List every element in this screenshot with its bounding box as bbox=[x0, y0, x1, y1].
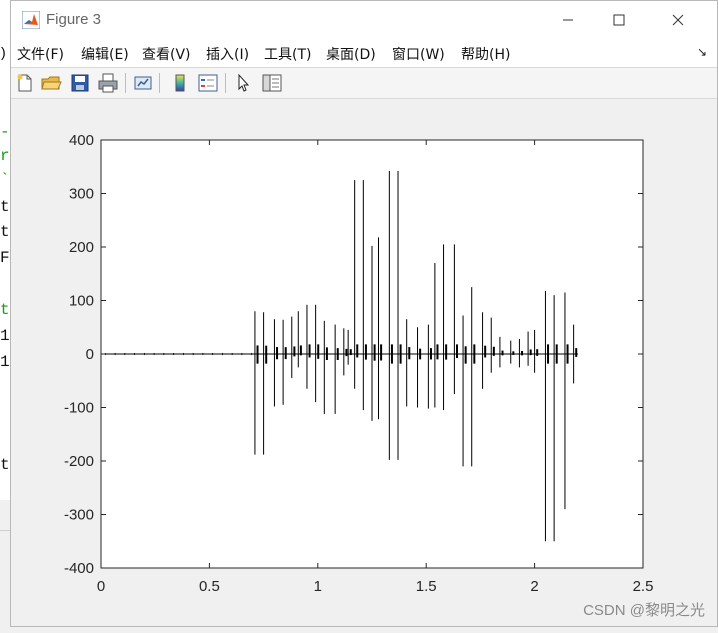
clipped-text: ) bbox=[1, 44, 6, 60]
editor-line: ` bbox=[0, 172, 10, 188]
y-tick-label: -100 bbox=[64, 400, 94, 417]
matlab-logo-icon bbox=[22, 11, 40, 29]
x-tick-label: 2.5 bbox=[633, 578, 654, 595]
y-tick-label: 200 bbox=[69, 239, 94, 256]
title-bar[interactable]: Figure 3 bbox=[11, 1, 717, 39]
editor-line: t bbox=[0, 224, 10, 240]
x-tick-label: 0.5 bbox=[199, 578, 220, 595]
editor-line: t bbox=[0, 199, 10, 215]
y-tick-label: 100 bbox=[69, 293, 94, 310]
toolbar-separator bbox=[159, 73, 160, 93]
menu-file[interactable]: 文件(F) bbox=[17, 44, 64, 64]
menu-window[interactable]: 窗口(W) bbox=[392, 44, 445, 64]
legend-icon[interactable] bbox=[197, 72, 219, 94]
y-tick-label: -400 bbox=[64, 560, 94, 577]
menu-desktop[interactable]: 桌面(D) bbox=[326, 44, 376, 64]
plot-svg[interactable]: 0 0.5 1 1.5 2 2.5 400 300 200 100 0 -100 -200 -300 -40… bbox=[11, 99, 717, 626]
toolbar-separator bbox=[125, 73, 126, 93]
editor-line: 1 bbox=[0, 354, 10, 370]
new-figure-icon[interactable] bbox=[14, 72, 36, 94]
edit-plot-arrow-icon[interactable] bbox=[233, 72, 255, 94]
link-plot-icon[interactable] bbox=[132, 72, 154, 94]
editor-line: - bbox=[0, 124, 10, 140]
maximize-icon bbox=[613, 14, 625, 26]
y-tick-label: -200 bbox=[64, 453, 94, 470]
minimize-icon bbox=[562, 14, 574, 26]
watermark: CSDN @黎明之光 bbox=[583, 599, 705, 620]
menu-tools[interactable]: 工具(T) bbox=[264, 44, 311, 64]
figure-window: Figure 3 ) 文件(F) 编辑(E) 查看(V) 插入(I) 工具(T)… bbox=[10, 0, 718, 627]
close-icon bbox=[672, 14, 684, 26]
toolbar bbox=[11, 67, 717, 99]
menu-insert[interactable]: 插入(I) bbox=[206, 44, 249, 64]
open-file-icon[interactable] bbox=[40, 72, 62, 94]
y-tick-label: 400 bbox=[69, 132, 94, 149]
editor-line: t bbox=[0, 302, 10, 318]
figure-canvas[interactable]: 0 0.5 1 1.5 2 2.5 400 300 200 100 0 -100 -200 -300 -40… bbox=[11, 99, 717, 626]
colorbar-icon[interactable] bbox=[169, 72, 191, 94]
x-tick-label: 1 bbox=[314, 578, 322, 595]
editor-line: t bbox=[0, 457, 10, 473]
x-tick-label: 2 bbox=[530, 578, 538, 595]
toolbar-separator bbox=[225, 73, 226, 93]
y-tick-label: 0 bbox=[86, 346, 94, 363]
maximize-button[interactable] bbox=[596, 5, 642, 35]
x-tick-label: 0 bbox=[97, 578, 105, 595]
window-title: Figure 3 bbox=[46, 11, 101, 28]
x-tick-label: 1.5 bbox=[416, 578, 437, 595]
save-icon[interactable] bbox=[69, 72, 91, 94]
y-tick-label: 300 bbox=[69, 186, 94, 203]
print-icon[interactable] bbox=[97, 72, 119, 94]
menu-view[interactable]: 查看(V) bbox=[142, 44, 191, 64]
menu-help[interactable]: 帮助(H) bbox=[461, 44, 510, 64]
property-inspector-icon[interactable] bbox=[261, 72, 283, 94]
editor-line: 1 bbox=[0, 328, 10, 344]
minimize-button[interactable] bbox=[545, 5, 591, 35]
dock-arrow-icon[interactable]: ↘ bbox=[697, 45, 707, 59]
menu-edit[interactable]: 编辑(E) bbox=[81, 44, 129, 64]
editor-line: F bbox=[0, 250, 10, 266]
close-button[interactable] bbox=[655, 5, 701, 35]
y-tick-label: -300 bbox=[64, 507, 94, 524]
menu-bar: ) 文件(F) 编辑(E) 查看(V) 插入(I) 工具(T) 桌面(D) 窗口… bbox=[11, 39, 717, 67]
editor-line: r bbox=[0, 148, 10, 164]
